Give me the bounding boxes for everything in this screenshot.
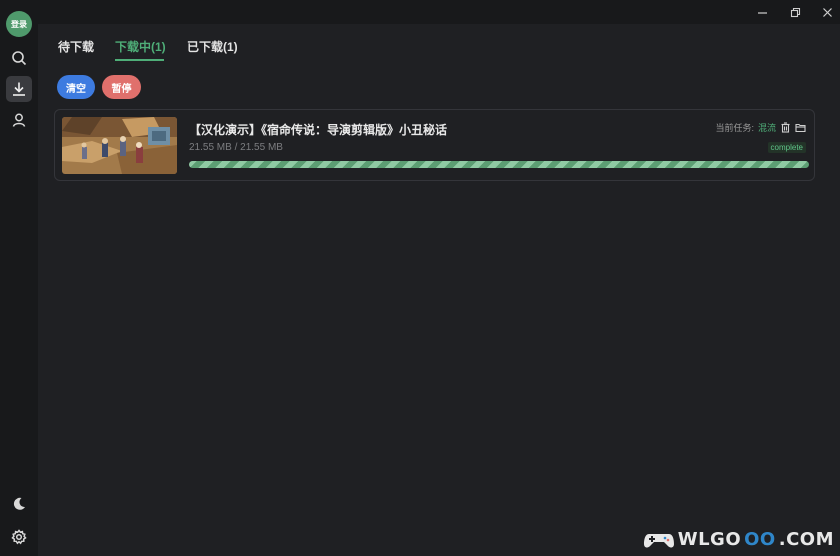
sidebar-item-search[interactable] — [6, 45, 32, 71]
tab-pending[interactable]: 待下载 — [58, 38, 94, 55]
download-title: 【汉化演示】《宿命传说：导演剪辑版》小丑秘话 — [189, 123, 448, 137]
download-item: 【汉化演示】《宿命传说：导演剪辑版》小丑秘话 21.55 MB / 21.55 … — [54, 109, 815, 181]
title-bar — [38, 0, 840, 24]
moon-icon — [13, 497, 25, 510]
progress-fill — [189, 161, 809, 168]
status-badge: complete — [767, 142, 806, 153]
sidebar: 登录 — [0, 0, 38, 556]
login-avatar[interactable]: 登录 — [6, 11, 32, 37]
search-icon — [12, 51, 27, 66]
restore-button[interactable] — [785, 4, 805, 20]
trash-icon — [781, 121, 790, 133]
close-button[interactable] — [817, 4, 837, 20]
gear-icon — [11, 529, 27, 545]
active-tab-indicator — [115, 59, 164, 61]
gamepad-icon — [643, 533, 674, 548]
sidebar-item-user[interactable] — [6, 107, 32, 133]
delete-button[interactable] — [780, 121, 791, 133]
watermark-text-c: .COM — [778, 529, 834, 550]
watermark-logo: WLGO OO .COM — [643, 529, 834, 550]
tab-downloaded[interactable]: 已下载(1) — [187, 38, 238, 55]
tab-downloading[interactable]: 下载中(1) — [115, 38, 166, 55]
watermark-text-a: WLGO — [677, 529, 742, 550]
restore-icon — [790, 7, 800, 17]
open-folder-button[interactable] — [795, 122, 806, 133]
sidebar-item-download[interactable] — [6, 76, 32, 102]
minimize-button[interactable] — [752, 4, 772, 20]
task-value: 混流 — [757, 122, 776, 133]
theme-toggle[interactable] — [6, 491, 32, 517]
settings-button[interactable] — [6, 524, 32, 550]
task-status: 当前任务: 混流 — [715, 120, 806, 134]
pause-button[interactable]: 暂停 — [102, 75, 141, 99]
close-icon — [822, 7, 832, 17]
video-thumbnail — [62, 117, 177, 174]
watermark-text-b: OO — [744, 529, 776, 550]
folder-icon — [795, 123, 806, 132]
download-icon — [13, 82, 25, 96]
user-icon — [12, 113, 26, 127]
download-size: 21.55 MB / 21.55 MB — [189, 142, 283, 153]
progress-bar — [189, 161, 809, 168]
minimize-icon — [757, 11, 767, 14]
task-label: 当前任务: — [715, 122, 754, 133]
clear-button[interactable]: 清空 — [57, 75, 95, 99]
